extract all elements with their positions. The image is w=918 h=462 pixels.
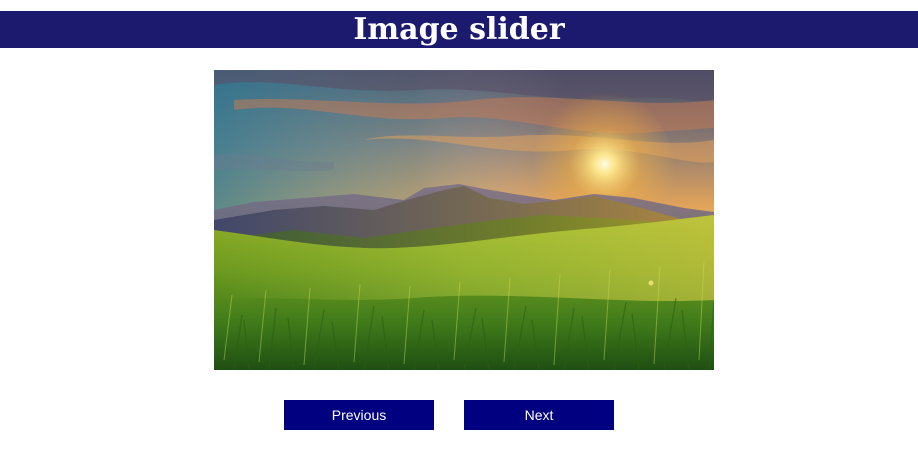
slider-image-frame: [214, 70, 714, 370]
previous-button[interactable]: Previous: [284, 400, 434, 430]
slide-image: [214, 70, 714, 370]
header-bar: Image slider: [0, 11, 918, 48]
page-title: Image slider: [353, 12, 565, 47]
next-button[interactable]: Next: [464, 400, 614, 430]
